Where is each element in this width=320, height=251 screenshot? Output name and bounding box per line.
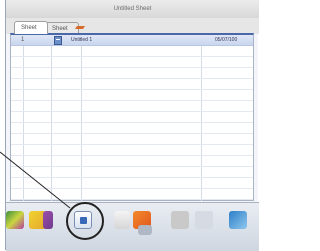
table-row[interactable] [11, 112, 253, 123]
tab-bar: Sheet 1 Sheet 2 [6, 18, 259, 44]
blank-page-icon[interactable] [114, 211, 130, 229]
table-row[interactable] [11, 156, 253, 167]
window-title: Untitled Sheet [6, 0, 259, 19]
table-row[interactable] [11, 134, 253, 145]
blue-window-icon[interactable] [229, 211, 247, 229]
table-row[interactable] [11, 79, 253, 90]
table-row[interactable] [11, 90, 253, 101]
app-window: Untitled Sheet Sheet 1 Sheet 2 Untitled … [5, 0, 259, 251]
row-name: Untitled 1 [71, 37, 93, 43]
selected-row[interactable]: Untitled 1 05/07/100 [11, 35, 253, 46]
chart-icon[interactable] [195, 211, 213, 229]
table-row[interactable] [11, 46, 253, 57]
sheet-grid[interactable]: Untitled 1 05/07/100 [10, 33, 254, 201]
document-icon [54, 36, 62, 45]
grey-tray-icon[interactable] [138, 225, 152, 235]
table-row[interactable] [11, 123, 253, 134]
table-row[interactable] [11, 145, 253, 156]
tab-sheet-1[interactable]: Sheet 1 [14, 21, 48, 43]
table-row[interactable] [11, 189, 253, 200]
photo-icon[interactable] [6, 211, 24, 229]
dock-toolbar [6, 202, 259, 251]
purple-book-icon[interactable] [43, 211, 53, 229]
table-row[interactable] [11, 101, 253, 112]
callout-circle [66, 202, 104, 240]
grey-box-icon[interactable] [171, 211, 189, 229]
table-row[interactable] [11, 167, 253, 178]
row-date: 05/07/100 [215, 37, 238, 43]
table-row[interactable] [11, 178, 253, 189]
table-row[interactable] [11, 57, 253, 68]
table-row[interactable] [11, 68, 253, 79]
